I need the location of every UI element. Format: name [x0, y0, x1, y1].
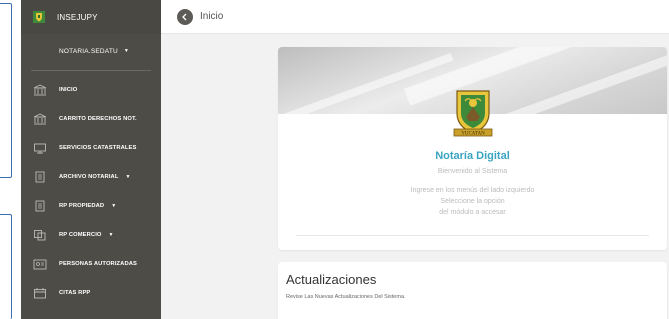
card-divider: [296, 235, 649, 236]
sidebar-item-label: RP PROPIEDAD: [59, 202, 105, 209]
sidebar-item-label: PERSONAS AUTORIZADAS: [59, 260, 138, 267]
sidebar-item-label: SERVICIOS CATASTRALES: [59, 144, 137, 151]
sidebar-item-label: CARRITO DERECHOS NOT.: [59, 115, 137, 122]
document-icon: [35, 200, 45, 211]
updates-description: Revise Las Nuevas Actualizaciones Del Si…: [286, 294, 406, 300]
caret-down-icon: ▼: [123, 48, 130, 54]
caret-down-icon: ▼: [125, 173, 131, 180]
sidebar-brand[interactable]: INSEJUPY: [21, 0, 161, 34]
annotation-bracket-top: [0, 3, 12, 178]
sidebar-item-servicios-catastrales[interactable]: SERVICIOS CATASTRALES: [21, 133, 161, 162]
sidebar-divider: [31, 70, 151, 71]
top-bar: Inicio: [161, 0, 669, 34]
annotation-bracket-bottom: [0, 214, 12, 319]
sidebar-menu: INICIO CARRITO DERECHOS NOT. SERVICIOS CAT…: [21, 75, 161, 307]
sidebar: INSEJUPY NOTARIA.SEDATU ▼ INICIO CARRITO …: [21, 0, 161, 319]
id-card-icon: [33, 259, 47, 269]
updates-card: Actualizaciones Revise Las Nuevas Actual…: [278, 262, 667, 319]
sidebar-item-label: RP COMERCIO: [59, 231, 102, 238]
sidebar-item-label: INICIO: [59, 86, 78, 93]
document-icon: [35, 171, 45, 182]
sidebar-item-rp-propiedad[interactable]: RP PROPIEDAD ▼: [21, 191, 161, 220]
sidebar-item-personas-autorizadas[interactable]: PERSONAS AUTORIZADAS: [21, 249, 161, 278]
sidebar-item-carrito-derechos-not[interactable]: CARRITO DERECHOS NOT.: [21, 104, 161, 133]
calendar-icon: [34, 287, 46, 298]
welcome-card: YUCATAN Notaría Digital Bienvenido al Si…: [278, 47, 667, 250]
user-menu[interactable]: NOTARIA.SEDATU ▼: [21, 34, 161, 68]
yucatan-crest-logo: YUCATAN: [453, 90, 493, 137]
page-title: Inicio: [200, 11, 224, 22]
user-name: NOTARIA.SEDATU: [59, 47, 118, 55]
caret-down-icon: ▼: [108, 231, 114, 238]
brand-name: INSEJUPY: [57, 12, 98, 22]
welcome-line-2: Seleccione la opción: [440, 198, 505, 205]
bank-icon: [33, 83, 47, 95]
updates-title: Actualizaciones: [286, 272, 377, 287]
chevron-left-icon: [182, 13, 187, 20]
caret-down-icon: ▼: [111, 202, 117, 209]
sidebar-item-archivo-notarial[interactable]: ARCHIVO NOTARIAL ▼: [21, 162, 161, 191]
shield-logo-icon: [33, 11, 45, 23]
back-button[interactable]: [177, 8, 193, 25]
sidebar-item-label: CITAS RPP: [59, 289, 91, 296]
crest-text: YUCATAN: [461, 132, 485, 137]
welcome-title: Notaría Digital: [435, 150, 510, 162]
sidebar-item-label: ARCHIVO NOTARIAL: [59, 173, 119, 180]
sidebar-item-inicio[interactable]: INICIO: [21, 75, 161, 104]
sidebar-item-rp-comercio[interactable]: RP COMERCIO ▼: [21, 220, 161, 249]
bank-icon: [33, 112, 47, 124]
welcome-line-1: Ingrese en los menús del lado izquierdo: [410, 187, 535, 194]
left-annotation-strip: [0, 0, 21, 319]
welcome-subtitle: Bienvenido al Sistema: [437, 168, 508, 175]
sidebar-item-citas-rpp[interactable]: CITAS RPP: [21, 278, 161, 307]
copy-icon: [34, 229, 46, 240]
monitor-icon: [34, 143, 46, 153]
welcome-line-3: del módulo a accesar: [439, 209, 506, 216]
